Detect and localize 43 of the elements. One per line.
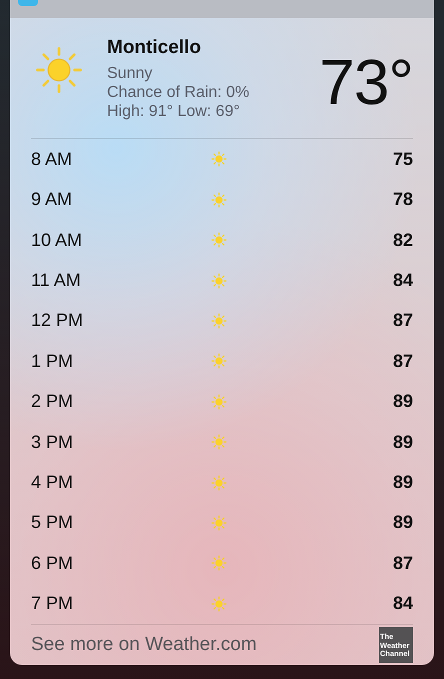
sun-icon bbox=[211, 394, 227, 410]
hour-label: 7 PM bbox=[31, 593, 74, 614]
sun-icon bbox=[211, 596, 227, 612]
hour-label: 2 PM bbox=[31, 391, 74, 412]
hour-temperature: 75 bbox=[392, 148, 413, 170]
hour-label: 6 PM bbox=[31, 552, 74, 574]
sun-icon bbox=[211, 474, 227, 491]
sun-icon bbox=[211, 192, 227, 208]
hour-temperature: 84 bbox=[392, 593, 413, 614]
hour-temperature: 78 bbox=[392, 189, 413, 210]
hour-temperature: 84 bbox=[392, 270, 413, 292]
hour-temperature: 87 bbox=[392, 552, 413, 574]
hour-label: 1 PM bbox=[31, 350, 74, 372]
sun-icon bbox=[211, 312, 227, 329]
hour-label: 3 PM bbox=[31, 432, 74, 453]
hour-temperature: 87 bbox=[392, 350, 413, 372]
rain-chance: Chance of Rain: 0% bbox=[107, 83, 250, 102]
current-temperature: 73° bbox=[319, 50, 413, 114]
sun-icon bbox=[211, 555, 227, 572]
condition-text: Sunny bbox=[107, 64, 154, 83]
sun-icon bbox=[211, 232, 227, 248]
sun-icon bbox=[211, 434, 227, 450]
city-name: Monticello bbox=[107, 37, 202, 59]
hour-temperature: 89 bbox=[392, 391, 413, 412]
sun-icon bbox=[211, 353, 227, 370]
hour-temperature: 89 bbox=[392, 472, 413, 494]
hour-label: 12 PM bbox=[31, 310, 84, 332]
hour-label: 10 AM bbox=[31, 230, 84, 251]
hour-label: 9 AM bbox=[31, 189, 74, 210]
weather-link[interactable]: See more on Weather.com bbox=[31, 634, 257, 656]
sun-icon bbox=[211, 514, 227, 531]
hour-label: 4 PM bbox=[31, 472, 74, 494]
hour-temperature: 87 bbox=[392, 310, 413, 332]
sun-icon bbox=[211, 151, 227, 168]
hour-label: 5 PM bbox=[31, 512, 74, 534]
hour-temperature: 82 bbox=[392, 230, 413, 251]
hour-label: 8 AM bbox=[31, 148, 74, 170]
high-low-text: High: 91° Low: 69° bbox=[107, 102, 241, 121]
hour-temperature: 89 bbox=[392, 512, 413, 534]
sun-icon bbox=[35, 46, 83, 94]
hour-temperature: 89 bbox=[392, 432, 413, 453]
sun-icon bbox=[211, 272, 227, 289]
hour-label: 11 AM bbox=[31, 270, 82, 292]
